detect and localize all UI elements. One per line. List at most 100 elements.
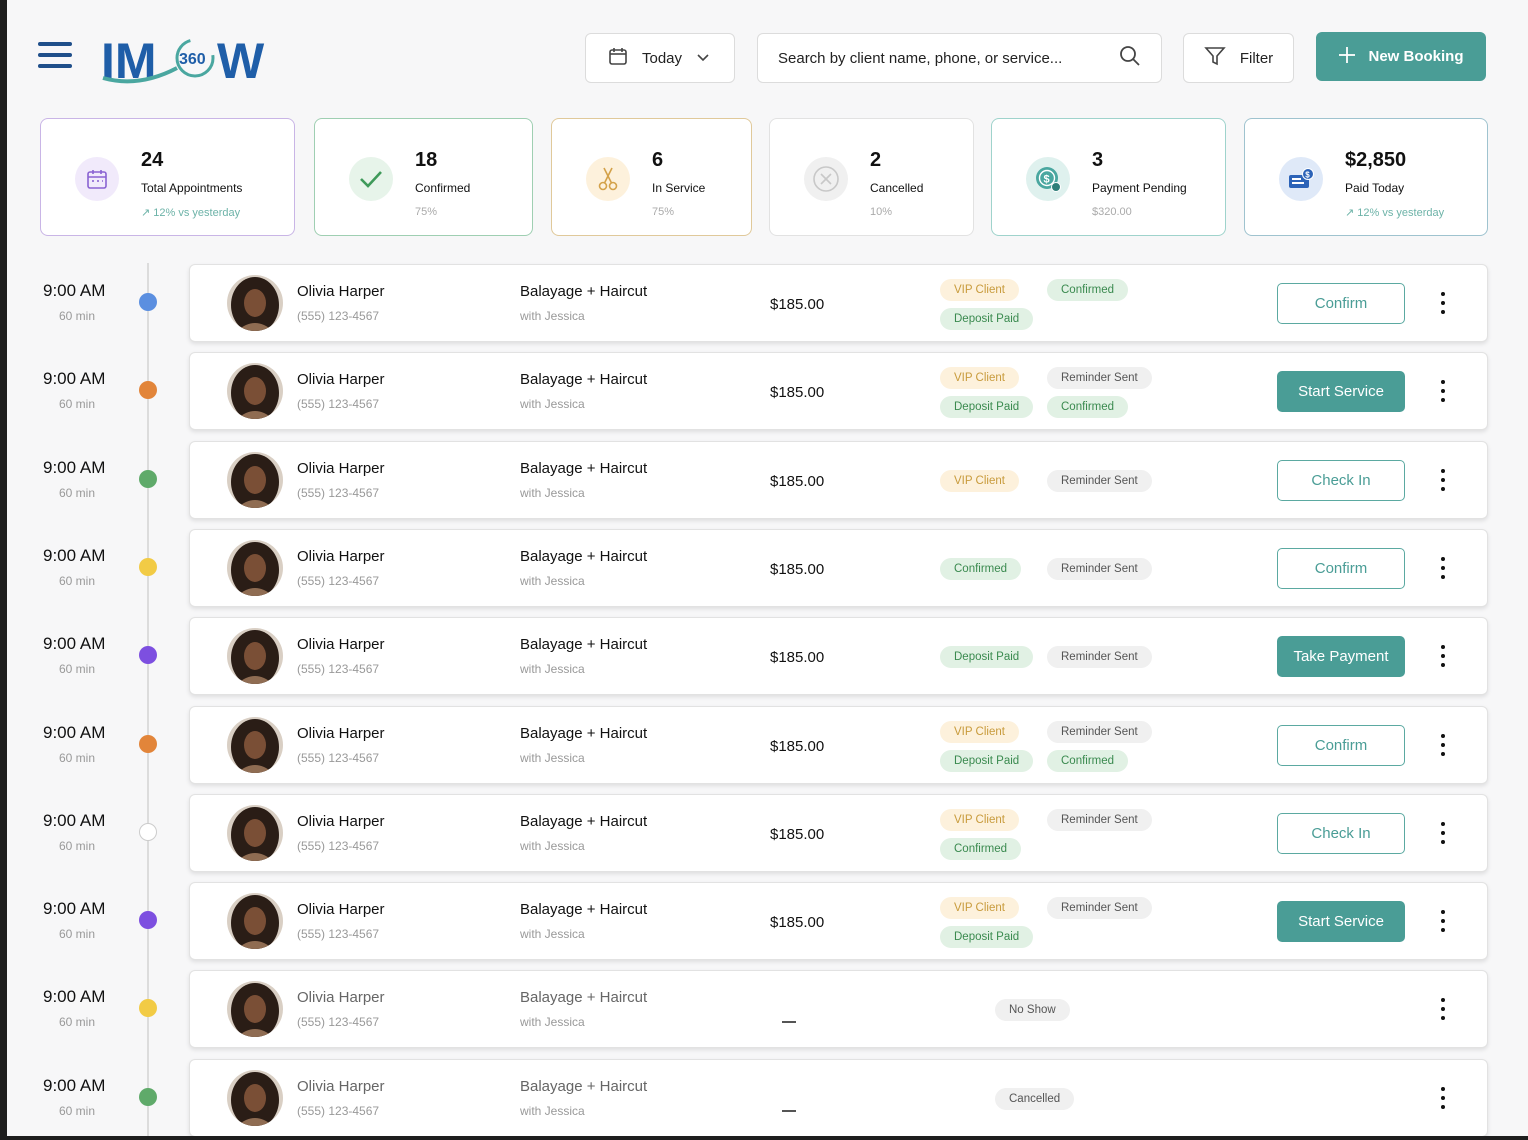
- appointment-price: $185.00: [770, 649, 825, 666]
- more-options-icon[interactable]: [1438, 1087, 1448, 1111]
- stylist-name: with Jessica: [520, 1104, 585, 1118]
- confirm-button[interactable]: Confirm: [1277, 725, 1405, 766]
- more-options-icon[interactable]: [1438, 910, 1448, 934]
- appointment-row[interactable]: Olivia Harper (555) 123-4567 Balayage + Ha…: [189, 706, 1488, 784]
- client-phone: (555) 123-4567: [297, 1104, 380, 1118]
- client-phone: (555) 123-4567: [297, 1015, 380, 1029]
- appointment-duration: 60 min: [59, 1015, 96, 1029]
- timeline-dot: [139, 293, 157, 311]
- appointment-row[interactable]: Olivia Harper (555) 123-4567 Balayage + Ha…: [189, 529, 1488, 607]
- appointment-row[interactable]: Olivia Harper (555) 123-4567 Balayage + Ha…: [189, 1059, 1488, 1136]
- badge-reminder-sent: Reminder Sent: [1047, 470, 1152, 492]
- client-avatar: [227, 1070, 283, 1126]
- more-options-icon[interactable]: [1438, 998, 1448, 1022]
- cancel-circle-icon: [804, 157, 848, 201]
- appointment-price: $185.00: [770, 738, 825, 755]
- client-avatar: [227, 628, 283, 684]
- more-options-icon[interactable]: [1438, 822, 1448, 846]
- badge-vip-client: VIP Client: [940, 897, 1019, 919]
- date-dropdown[interactable]: Today: [585, 33, 735, 83]
- confirm-button[interactable]: Confirm: [1277, 548, 1405, 589]
- appointment-time: 9:00 AM: [43, 458, 106, 477]
- price-empty-dash: [782, 1110, 796, 1112]
- start-service-button[interactable]: Start Service: [1277, 901, 1405, 942]
- start-service-button[interactable]: Start Service: [1277, 371, 1405, 412]
- stat-label: Confirmed: [415, 181, 471, 195]
- client-name: Olivia Harper: [297, 725, 385, 742]
- client-phone: (555) 123-4567: [297, 751, 380, 765]
- trend-up-icon: ↗: [141, 207, 151, 219]
- client-avatar: [227, 805, 283, 861]
- client-phone: (555) 123-4567: [297, 574, 380, 588]
- appointment-row[interactable]: Olivia Harper (555) 123-4567 Balayage + Ha…: [189, 441, 1488, 519]
- filter-label: Filter: [1239, 49, 1274, 67]
- badge-reminder-sent: Reminder Sent: [1047, 646, 1152, 668]
- more-options-icon[interactable]: [1438, 469, 1448, 493]
- stat-value: $2,850: [1345, 149, 1407, 171]
- stat-cancelled[interactable]: 2 Cancelled 10%: [769, 118, 974, 236]
- menu-icon[interactable]: [38, 42, 72, 68]
- badge-confirmed: Confirmed: [1047, 279, 1129, 301]
- plus-icon: [1338, 46, 1356, 68]
- search-input[interactable]: [778, 49, 1119, 67]
- take-payment-button[interactable]: Take Payment: [1277, 636, 1405, 677]
- more-options-icon[interactable]: [1438, 557, 1448, 581]
- client-name: Olivia Harper: [297, 283, 385, 300]
- filter-button[interactable]: Filter: [1183, 33, 1294, 83]
- appointment-row[interactable]: Olivia Harper (555) 123-4567 Balayage + Ha…: [189, 352, 1488, 430]
- more-options-icon[interactable]: [1438, 645, 1448, 669]
- badge-vip-client: VIP Client: [940, 279, 1019, 301]
- stylist-name: with Jessica: [520, 1015, 585, 1029]
- new-booking-button[interactable]: New Booking: [1316, 32, 1486, 81]
- appointment-row[interactable]: Olivia Harper (555) 123-4567 Balayage + Ha…: [189, 794, 1488, 872]
- appointment-time: 9:00 AM: [43, 987, 106, 1006]
- calendar-icon: [75, 157, 119, 201]
- filter-icon: [1204, 45, 1226, 71]
- calendar-icon: [608, 46, 628, 70]
- more-options-icon[interactable]: [1438, 734, 1448, 758]
- more-options-icon[interactable]: [1438, 292, 1448, 316]
- timeline-dot: [139, 1088, 157, 1106]
- client-phone: (555) 123-4567: [297, 927, 380, 941]
- appointment-duration: 60 min: [59, 486, 96, 500]
- svg-text:W: W: [217, 33, 265, 86]
- badge-reminder-sent: Reminder Sent: [1047, 721, 1152, 743]
- badge-vip-client: VIP Client: [940, 721, 1019, 743]
- client-avatar: [227, 452, 283, 508]
- search-icon[interactable]: [1119, 45, 1141, 72]
- stat-trend: ↗ 12% vs yesterday: [1345, 207, 1445, 219]
- stat-label: Payment Pending: [1092, 181, 1187, 195]
- service-name: Balayage + Haircut: [520, 371, 648, 388]
- client-name: Olivia Harper: [297, 1078, 385, 1095]
- stat-sub: 75%: [652, 206, 675, 218]
- client-avatar: [227, 275, 283, 331]
- more-options-icon[interactable]: [1438, 380, 1448, 404]
- stylist-name: with Jessica: [520, 309, 585, 323]
- timeline-dot: [139, 558, 157, 576]
- stat-in-service[interactable]: 6 In Service 75%: [551, 118, 752, 236]
- stat-payment-pending[interactable]: $ 3 Payment Pending $320.00: [991, 118, 1226, 236]
- stat-paid-today[interactable]: $ $2,850 Paid Today ↗ 12% vs yesterday: [1244, 118, 1488, 236]
- check-in-button[interactable]: Check In: [1277, 460, 1405, 501]
- check-in-button[interactable]: Check In: [1277, 813, 1405, 854]
- client-avatar: [227, 717, 283, 773]
- search-bar: [757, 33, 1162, 83]
- appointment-row[interactable]: Olivia Harper (555) 123-4567 Balayage + Ha…: [189, 970, 1488, 1048]
- client-name: Olivia Harper: [297, 813, 385, 830]
- badge-deposit-paid: Deposit Paid: [940, 926, 1034, 948]
- service-name: Balayage + Haircut: [520, 989, 648, 1006]
- appointment-time: 9:00 AM: [43, 281, 106, 300]
- check-icon: [349, 157, 393, 201]
- confirm-button[interactable]: Confirm: [1277, 283, 1405, 324]
- client-avatar: [227, 363, 283, 419]
- stat-confirmed[interactable]: 18 Confirmed 75%: [314, 118, 533, 236]
- appointment-duration: 60 min: [59, 1104, 96, 1118]
- stylist-name: with Jessica: [520, 839, 585, 853]
- badge-reminder-sent: Reminder Sent: [1047, 558, 1152, 580]
- appointment-time: 9:00 AM: [43, 369, 106, 388]
- client-name: Olivia Harper: [297, 636, 385, 653]
- appointment-row[interactable]: Olivia Harper (555) 123-4567 Balayage + Ha…: [189, 882, 1488, 960]
- appointment-row[interactable]: Olivia Harper (555) 123-4567 Balayage + Ha…: [189, 617, 1488, 695]
- stat-total-appointments[interactable]: 24 Total Appointments ↗ 12% vs yesterday: [40, 118, 295, 236]
- appointment-row[interactable]: Olivia Harper (555) 123-4567 Balayage + Ha…: [189, 264, 1488, 342]
